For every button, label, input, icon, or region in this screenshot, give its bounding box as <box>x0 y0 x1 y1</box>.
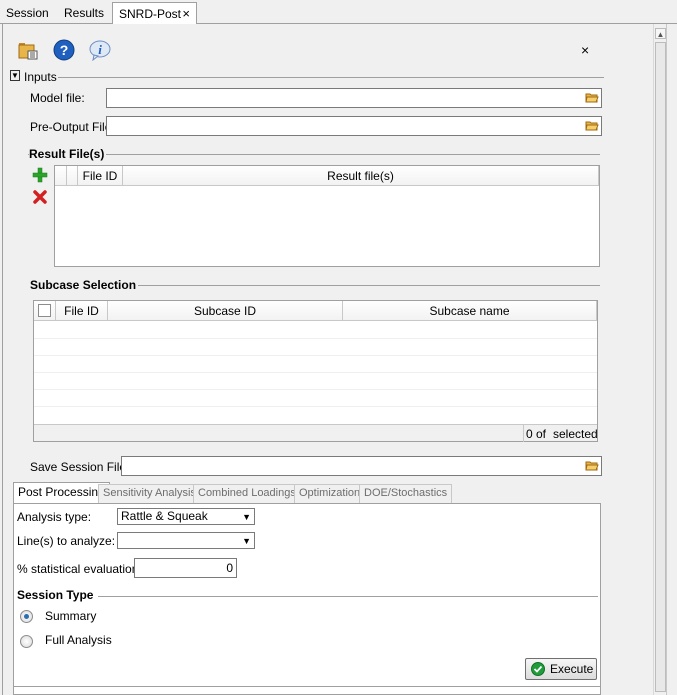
info-icon[interactable]: i <box>89 39 111 61</box>
inputs-divider <box>58 77 604 78</box>
column-header-subcase-name[interactable]: Subcase name <box>343 301 597 321</box>
execute-button[interactable]: Execute <box>525 658 597 680</box>
browse-folder-icon[interactable] <box>585 119 599 132</box>
subcase-heading: Subcase Selection <box>30 278 139 292</box>
svg-text:?: ? <box>60 42 69 58</box>
subcase-table[interactable]: File ID Subcase ID Subcase name 0 of sel… <box>33 300 598 442</box>
tab-session[interactable]: Session <box>0 2 55 24</box>
scrollbar-thumb[interactable] <box>655 42 666 692</box>
column-header-subcase-id[interactable]: Subcase ID <box>108 301 343 321</box>
tab-snrd-post[interactable]: SNRD-Post × <box>112 2 197 25</box>
result-files-heading: Result File(s) <box>29 147 107 161</box>
save-session-label: Save Session File: <box>30 460 130 474</box>
pre-output-input[interactable] <box>106 116 602 136</box>
grid-row-line <box>34 406 597 407</box>
model-file-label: Model file: <box>30 91 85 105</box>
result-files-table[interactable]: File ID Result file(s) <box>54 165 600 267</box>
lines-label: Line(s) to analyze: <box>17 534 116 548</box>
add-icon[interactable] <box>32 167 48 183</box>
save-session-input[interactable] <box>121 456 602 476</box>
session-type-divider <box>98 596 598 597</box>
stat-eval-input[interactable]: 0 <box>134 558 237 578</box>
session-type-heading: Session Type <box>17 588 96 602</box>
lines-select[interactable]: ▼ <box>117 532 255 549</box>
grid-row-line <box>34 372 597 373</box>
svg-text:i: i <box>98 42 102 57</box>
open-folder-icon[interactable] <box>17 40 39 62</box>
pre-output-label: Pre-Output File <box>30 120 112 134</box>
tab-combined-loadings[interactable]: Combined Loadings <box>193 484 301 503</box>
selected-count-suffix: selected <box>553 427 598 441</box>
collapse-toggle-icon[interactable]: ▼ <box>10 70 20 81</box>
chevron-down-icon: ▼ <box>242 512 251 522</box>
tab-post-processing[interactable]: Post Processing <box>13 482 110 504</box>
window-edge <box>666 24 677 695</box>
help-icon[interactable]: ? <box>53 39 75 61</box>
tab-results[interactable]: Results <box>58 2 110 24</box>
tab-optimization[interactable]: Optimization <box>294 484 366 503</box>
browse-folder-icon[interactable] <box>585 91 599 104</box>
model-file-input[interactable] <box>106 88 602 108</box>
analysis-type-select[interactable]: Rattle & Squeak ▼ <box>117 508 255 525</box>
vertical-scrollbar[interactable]: ▲ <box>653 24 666 695</box>
select-all-header <box>34 301 56 321</box>
scroll-up-icon[interactable]: ▲ <box>655 28 666 39</box>
result-files-divider <box>28 154 600 155</box>
tab-doe-stochastics[interactable]: DOE/Stochastics <box>359 484 453 503</box>
tab-sensitivity-analysis[interactable]: Sensitivity Analysis <box>98 484 201 503</box>
browse-folder-icon[interactable] <box>585 459 599 472</box>
analysis-type-label: Analysis type: <box>17 510 92 524</box>
subcase-status-bar: 0 of selected <box>34 424 598 442</box>
full-analysis-radio[interactable] <box>20 635 33 648</box>
status-separator <box>523 425 524 442</box>
row-header-corner <box>55 166 67 186</box>
chevron-down-icon: ▼ <box>242 536 251 546</box>
column-header-file-id[interactable]: File ID <box>56 301 108 321</box>
grid-row-line <box>34 338 597 339</box>
post-processing-page: Analysis type: Rattle & Squeak ▼ Line(s)… <box>13 503 601 695</box>
summary-radio[interactable] <box>20 610 33 623</box>
grid-row-line <box>34 389 597 390</box>
inputs-header: Inputs <box>24 70 57 84</box>
check-icon <box>531 662 545 676</box>
grid-row-line <box>34 355 597 356</box>
stat-eval-label: % statistical evaluation: <box>17 562 142 576</box>
select-all-checkbox[interactable] <box>38 304 51 317</box>
bottom-divider <box>14 686 600 687</box>
summary-label: Summary <box>45 609 97 623</box>
selected-count: 0 of <box>526 427 547 441</box>
document-tab-bar: Session Results SNRD-Post × <box>0 0 677 25</box>
column-header-result-files[interactable]: Result file(s) <box>123 166 599 186</box>
column-header-file-id[interactable]: File ID <box>78 166 123 186</box>
full-analysis-label: Full Analysis <box>45 633 112 647</box>
select-column-header <box>67 166 78 186</box>
close-tab-icon[interactable]: × <box>182 6 190 21</box>
delete-icon[interactable] <box>33 190 47 204</box>
close-panel-icon[interactable]: × <box>581 42 589 58</box>
